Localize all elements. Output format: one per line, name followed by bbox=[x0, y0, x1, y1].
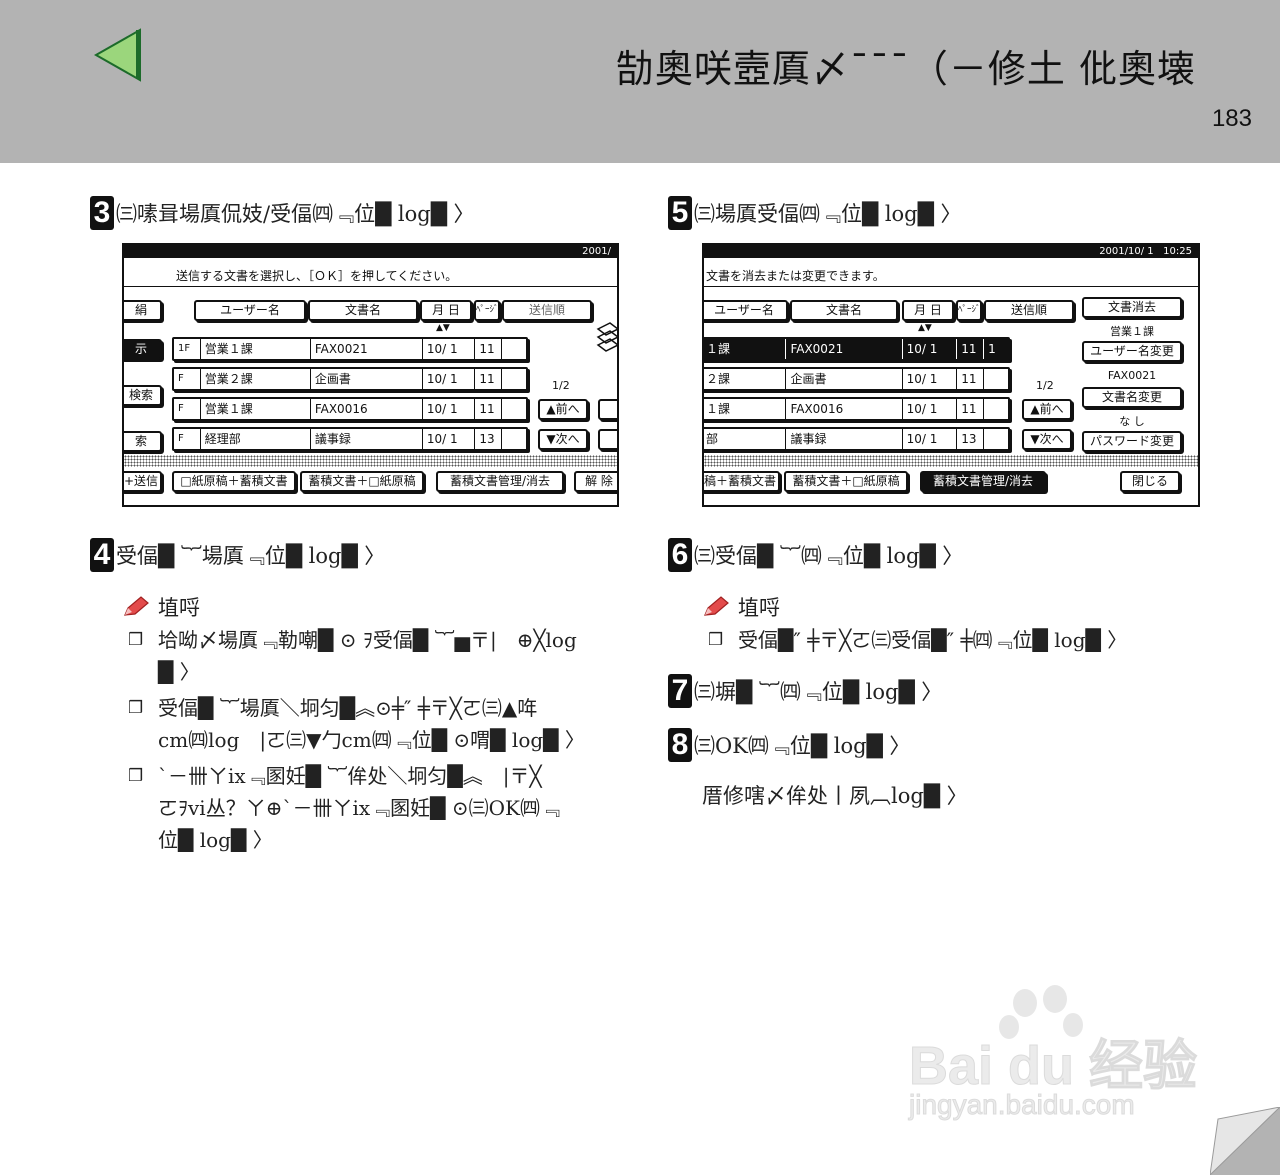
table-row-selected[interactable]: １課 FAX0021 10/ 1 11 1 bbox=[704, 337, 1010, 361]
password-value: な し bbox=[1119, 415, 1145, 428]
step-number: 4 bbox=[90, 538, 114, 572]
final-note: 厝修嗐〆侔处丨夙︹log█ 〉 bbox=[702, 784, 968, 808]
screen-message: 文書を消去または変更できます。 bbox=[706, 269, 885, 283]
table-row[interactable]: ２課 企画書 10/ 1 11 bbox=[704, 367, 1010, 391]
clock-bar: 2001/ bbox=[124, 245, 617, 258]
baidu-watermark: Bai du 经验 jingyan.baidu.com bbox=[905, 985, 1205, 1125]
note-heading: 埴哷 bbox=[122, 592, 200, 622]
note-bullet: ❒ 垥呦〆場厧﹃勒嘲█ ⊙ ｦ受偪█ ︸▅〒| ⊕╳log █ 〉 bbox=[128, 624, 623, 688]
bottom-tab[interactable]: □紙原稿＋蓄積文書 bbox=[172, 471, 296, 492]
prev-page-button[interactable]: ▲前へ bbox=[1022, 399, 1072, 420]
dither-strip bbox=[704, 455, 1198, 467]
note-heading: 埴哷 bbox=[702, 592, 780, 622]
note-title: 埴哷 bbox=[738, 596, 780, 620]
table-row[interactable]: F 営業１課 FAX0016 10/ 1 11 bbox=[172, 397, 528, 421]
page-indicator: 1/2 bbox=[1036, 379, 1054, 392]
page-title: 勂奧咲壼厧〆¯¯¯（－修土 仳奧壊 bbox=[615, 47, 1196, 91]
step-4: 4 受偪█ ︸場厧﹃位█ log█ 〉 bbox=[90, 538, 385, 572]
checkbox-bullet-icon: ❒ bbox=[128, 698, 144, 718]
checkbox-bullet-icon: ❒ bbox=[128, 630, 144, 650]
divider bbox=[704, 286, 1198, 287]
col-header-pages[interactable]: ﾍﾟｰｼﾞ bbox=[474, 300, 500, 321]
delete-document-button[interactable]: 文書消去 bbox=[1082, 297, 1182, 318]
prev-page-button[interactable]: ▲前へ bbox=[538, 399, 588, 420]
note-bullet: ❒ 受偪█ ︸場厧＼坰匀█︽⊙╪″ ╪〒╳ㄛ㈢▲哖 cm㈣log |ㄛ㈢▼勹cm… bbox=[128, 692, 623, 756]
bottom-tab[interactable]: +送信 bbox=[124, 471, 162, 492]
step-text: ㈢塀█ ︸㈣﹃位█ log█ 〉 bbox=[694, 680, 943, 704]
side-tab-search[interactable]: 検索 bbox=[124, 385, 162, 406]
pencil-icon bbox=[124, 596, 149, 616]
col-header-doc[interactable]: 文書名 bbox=[790, 300, 898, 321]
step-7: 7 ㈢塀█ ︸㈣﹃位█ log█ 〉 bbox=[668, 674, 942, 708]
table-row[interactable]: F 経理部 議事録 10/ 1 13 bbox=[172, 427, 528, 451]
step-number: 3 bbox=[90, 196, 114, 230]
change-user-name-button[interactable]: ユーザー名変更 bbox=[1082, 341, 1182, 362]
bottom-tab[interactable]: 蓄積文書＋□紙原稿 bbox=[784, 471, 908, 492]
next-page-button[interactable]: ▼次へ bbox=[1022, 429, 1072, 450]
col-header-order[interactable]: 送信順 bbox=[502, 300, 592, 321]
step-number: 7 bbox=[668, 674, 692, 708]
col-header-user[interactable]: ユーザー名 bbox=[704, 300, 788, 321]
dither-strip bbox=[124, 455, 617, 467]
step-number: 8 bbox=[668, 728, 692, 762]
step-text: ㈢受偪█ ︸㈣﹃位█ log█ 〉 bbox=[694, 544, 964, 568]
screen-message: 送信する文書を選択し、［ＯＫ］を押してください。 bbox=[176, 269, 458, 283]
col-header-date[interactable]: 月 日 bbox=[902, 300, 954, 321]
side-tab[interactable]: 示 bbox=[124, 339, 162, 360]
side-button[interactable] bbox=[598, 399, 617, 420]
col-header-doc[interactable]: 文書名 bbox=[308, 300, 418, 321]
col-header-date[interactable]: 月 日 bbox=[420, 300, 472, 321]
sort-arrows-icon: ▲▼ bbox=[436, 323, 450, 333]
bottom-tab-active[interactable]: 蓄積文書管理/消去 bbox=[920, 471, 1046, 492]
side-tab[interactable]: 索 bbox=[124, 431, 162, 452]
step-text: ㈢OK㈣﹃位█ log█ 〉 bbox=[694, 734, 911, 758]
col-header-order[interactable]: 送信順 bbox=[984, 300, 1074, 321]
bottom-tab[interactable]: 稿＋蓄積文書 bbox=[704, 471, 780, 492]
note-bullet: ❒ ˋ－卌ㄚix﹃圂妊█ ︸侔处＼坰匀█︽ |〒╳ ㄛｦvi丛？ㄚ⊕ˋ－卌ㄚix… bbox=[128, 760, 623, 856]
page-indicator: 1/2 bbox=[552, 379, 570, 392]
checkbox-bullet-icon: ❒ bbox=[708, 630, 724, 650]
lcd-screen-select-document: 2001/ 送信する文書を選択し、［ＯＫ］を押してください。 絹 示 検索 索 … bbox=[122, 243, 619, 507]
close-button[interactable]: 閉じる bbox=[1120, 471, 1180, 492]
side-button[interactable] bbox=[598, 429, 617, 450]
bottom-tab[interactable]: 蓄積文書管理/消去 bbox=[436, 471, 564, 492]
side-tab[interactable]: 絹 bbox=[124, 300, 162, 321]
change-password-button[interactable]: パスワード変更 bbox=[1082, 431, 1182, 452]
table-row[interactable]: F 営業２課 企画書 10/ 1 11 bbox=[172, 367, 528, 391]
sort-arrows-icon: ▲▼ bbox=[918, 323, 932, 333]
watermark-url: jingyan.baidu.com bbox=[909, 1089, 1136, 1121]
table-row[interactable]: 部 議事録 10/ 1 13 bbox=[704, 427, 1010, 451]
bottom-tab[interactable]: 蓄積文書＋□紙原稿 bbox=[300, 471, 424, 492]
step-5: 5 ㈢場厧受偪㈣﹃位█ log█ 〉 bbox=[668, 196, 961, 230]
lcd-screen-manage-documents: 2001/10/ 1 10:25 文書を消去または変更できます。 ユーザー名 文… bbox=[702, 243, 1200, 507]
clock-bar: 2001/10/ 1 10:25 bbox=[704, 245, 1198, 258]
note-title: 埴哷 bbox=[158, 596, 200, 620]
step-number: 5 bbox=[668, 196, 692, 230]
next-page-button[interactable]: ▼次へ bbox=[538, 429, 588, 450]
page-curl-icon bbox=[1210, 1107, 1280, 1175]
table-row[interactable]: 1F 営業１課 FAX0021 10/ 1 11 bbox=[172, 337, 528, 361]
step-text: 受偪█ ︸場厧﹃位█ log█ 〉 bbox=[116, 544, 386, 568]
divider bbox=[124, 286, 617, 287]
document-stack-icon bbox=[596, 322, 617, 352]
checkbox-bullet-icon: ❒ bbox=[128, 766, 144, 786]
page-header: 勂奧咲壼厧〆¯¯¯（－修土 仳奧壊 183 bbox=[0, 0, 1280, 163]
col-header-pages[interactable]: ﾍﾟｰｼﾞ bbox=[956, 300, 982, 321]
step-3: 3 ㈢嗉咠場厧侃妓/受偪㈣﹃位█ log█ 〉 bbox=[90, 196, 475, 230]
change-document-name-button[interactable]: 文書名変更 bbox=[1082, 387, 1182, 408]
note-bullet: ❒ 受偪█″ ╪〒╳ㄛ㈢受偪█″ ╪㈣﹃位█ log█ 〉 bbox=[708, 624, 1228, 656]
col-header-user[interactable]: ユーザー名 bbox=[194, 300, 306, 321]
user-name-value: 営業１課 bbox=[1110, 325, 1154, 338]
document-name-value: FAX0021 bbox=[1107, 369, 1157, 382]
table-row[interactable]: １課 FAX0016 10/ 1 11 bbox=[704, 397, 1010, 421]
page-number: 183 bbox=[1211, 105, 1252, 132]
pencil-icon bbox=[704, 596, 729, 616]
step-8: 8 ㈢OK㈣﹃位█ log█ 〉 bbox=[668, 728, 910, 762]
step-number: 6 bbox=[668, 538, 692, 572]
step-6: 6 ㈢受偪█ ︸㈣﹃位█ log█ 〉 bbox=[668, 538, 963, 572]
release-button[interactable]: 解 除 bbox=[574, 471, 617, 492]
back-arrow-icon[interactable] bbox=[92, 28, 146, 82]
step-text: ㈢嗉咠場厧侃妓/受偪㈣﹃位█ log█ 〉 bbox=[116, 202, 475, 226]
step-text: ㈢場厧受偪㈣﹃位█ log█ 〉 bbox=[694, 202, 962, 226]
